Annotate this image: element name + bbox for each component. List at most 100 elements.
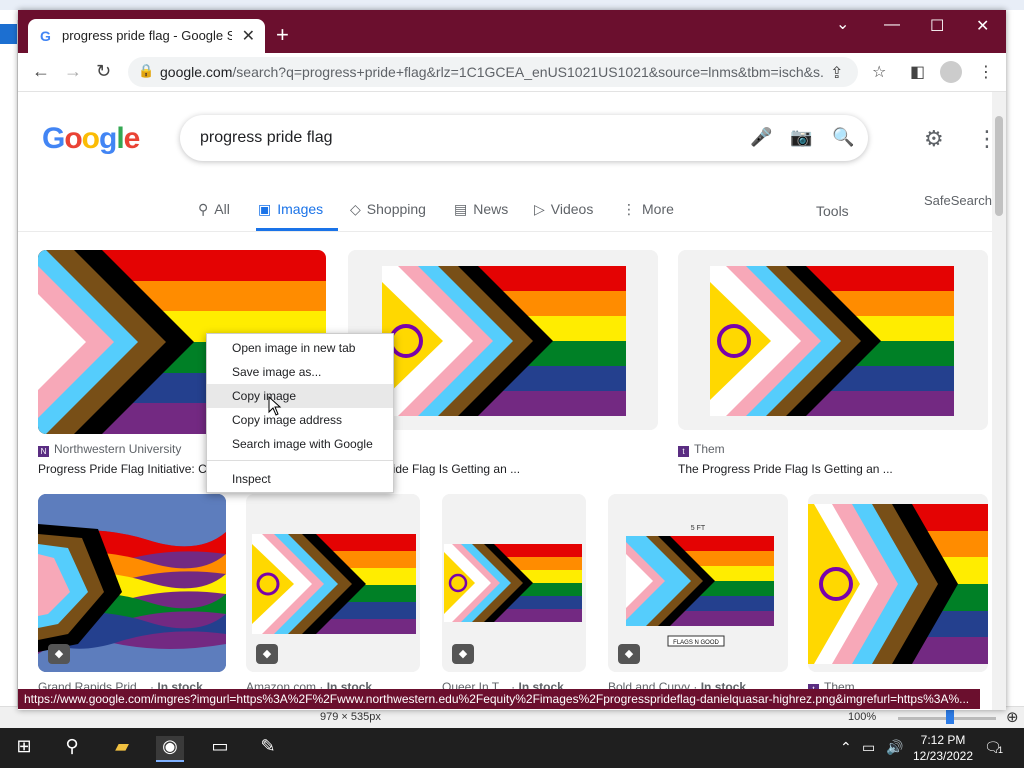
system-clock[interactable]: 7:12 PM 12/23/2022 xyxy=(912,732,974,764)
network-icon[interactable]: ▭ xyxy=(862,739,875,756)
tools-button[interactable]: Tools xyxy=(816,203,849,219)
product-brand-label: FLAGS N GOOD xyxy=(673,640,719,646)
source-favicon-icon: t xyxy=(678,446,689,457)
menu-search-image-with-google[interactable]: Search image with Google xyxy=(207,432,393,456)
result-thumbnail[interactable]: 5 FT FLAGS N GOOD ◆ xyxy=(608,494,788,672)
forward-icon[interactable]: → xyxy=(64,61,82,82)
address-url[interactable]: google.com/search?q=progress+pride+flag&… xyxy=(160,64,825,80)
browser-toolbar: ← → ↻ 🔒 google.com/search?q=progress+pri… xyxy=(18,53,1006,92)
profile-avatar[interactable] xyxy=(940,61,962,83)
chrome-titlebar: G progress pride flag - Google Sea ✕ + ⌄… xyxy=(18,10,1006,53)
minimize-icon[interactable]: — xyxy=(884,16,900,34)
maximize-icon[interactable]: ☐ xyxy=(930,16,944,36)
tab-more[interactable]: ⋮ More xyxy=(622,201,674,218)
share-icon[interactable]: ⇪ xyxy=(830,63,843,83)
chrome-window: G progress pride flag - Google Sea ✕ + ⌄… xyxy=(18,10,1006,710)
search-icon[interactable]: ⚲ xyxy=(58,736,86,760)
search-input[interactable] xyxy=(198,126,722,150)
paint-titlebar xyxy=(0,0,1024,10)
menu-divider xyxy=(207,460,393,461)
menu-open-image-new-tab[interactable]: Open image in new tab xyxy=(207,336,393,360)
menu-copy-image-address[interactable]: Copy image address xyxy=(207,408,393,432)
google-results-page: Google 🎤 📷 🔍 ⚙ ⋮⋮ ⚲All ▣Images ◇Shopping… xyxy=(18,92,992,692)
kebab-icon: ⋮ xyxy=(622,201,636,217)
tab-news[interactable]: ▤ News xyxy=(454,201,508,218)
search-icon[interactable]: 🔍 xyxy=(832,127,854,148)
file-explorer-icon[interactable]: ▰ xyxy=(108,736,136,760)
tab-shopping[interactable]: ◇ Shopping xyxy=(350,201,426,218)
menu-kebab-icon[interactable]: ⋮ xyxy=(978,62,994,82)
tab-search-chevron-icon[interactable]: ⌄ xyxy=(836,14,849,34)
zoom-in-icon[interactable]: ⊕ xyxy=(1006,708,1019,726)
result-thumbnail[interactable]: ◆ xyxy=(38,494,226,672)
menu-save-image-as[interactable]: Save image as... xyxy=(207,360,393,384)
paint-selection-strip xyxy=(0,24,17,44)
terminal-icon[interactable]: ▭ xyxy=(206,736,234,760)
close-tab-icon[interactable]: ✕ xyxy=(242,26,255,46)
close-window-icon[interactable]: ✕ xyxy=(976,16,989,36)
volume-icon[interactable]: 🔊 xyxy=(886,739,903,756)
clock-date: 12/23/2022 xyxy=(912,749,974,763)
link-status-url: https://www.google.com/imgres?imgurl=htt… xyxy=(18,689,980,709)
shopping-tag-icon: ◆ xyxy=(256,644,278,664)
menu-copy-image[interactable]: Copy image xyxy=(207,384,393,408)
paint-dimensions: 979 × 535px xyxy=(320,711,381,723)
tab-all[interactable]: ⚲ All xyxy=(198,201,230,218)
notification-count: 1 xyxy=(998,745,1004,755)
address-bar[interactable]: 🔒 google.com/search?q=progress+pride+fla… xyxy=(128,57,858,87)
reload-icon[interactable]: ↻ xyxy=(96,61,111,82)
product-size-label: 5 FT xyxy=(691,525,706,532)
menu-inspect[interactable]: Inspect xyxy=(207,467,393,491)
result-source[interactable]: N Northwestern University xyxy=(38,442,181,457)
side-panel-icon[interactable]: ◧ xyxy=(910,62,925,82)
active-tab-underline xyxy=(256,228,338,231)
google-favicon-icon: G xyxy=(40,28,51,44)
microphone-icon[interactable]: 🎤 xyxy=(750,127,772,148)
tab-videos[interactable]: ▷ Videos xyxy=(534,201,593,218)
result-caption[interactable]: The Progress Pride Flag Is Getting an ..… xyxy=(678,462,978,476)
result-thumbnail[interactable]: ◆ xyxy=(246,494,420,672)
search-icon: ⚲ xyxy=(198,201,209,217)
back-icon[interactable]: ← xyxy=(32,61,50,82)
shopping-tag-icon: ◆ xyxy=(452,644,474,664)
paint-icon[interactable]: ✎ xyxy=(254,736,282,760)
settings-gear-icon[interactable]: ⚙ xyxy=(924,126,944,152)
play-icon: ▷ xyxy=(534,201,545,217)
search-tabs: ⚲ All ▣ Images ◇ Shopping ▤ News ▷ Videos ⋮ Mo… xyxy=(18,187,992,232)
bookmark-star-icon[interactable]: ☆ xyxy=(872,62,886,82)
tab-images[interactable]: ▣ Images xyxy=(258,201,323,218)
lock-icon[interactable]: 🔒 xyxy=(138,63,154,79)
result-thumbnail[interactable] xyxy=(348,250,658,430)
context-menu: Open image in new tab Save image as... C… xyxy=(206,333,394,493)
paint-zoom-level: 100% xyxy=(848,711,877,723)
result-thumbnail[interactable]: ◆ xyxy=(442,494,586,672)
scrollbar-thumb[interactable] xyxy=(995,116,1003,216)
safesearch-button[interactable]: SafeSearch xyxy=(924,193,992,208)
result-thumbnail[interactable] xyxy=(808,494,988,672)
shopping-tag-icon: ◆ xyxy=(618,644,640,664)
apps-grid-icon[interactable]: ⋮⋮ xyxy=(976,126,992,152)
tray-chevron-up-icon[interactable]: ⌃ xyxy=(840,739,852,756)
windows-taskbar: ⊞ ⚲ ▰ ◉ ▭ ✎ ⌃ ▭ 🔊 7:12 PM 12/23/2022 🗨 1 xyxy=(0,728,1024,768)
source-favicon-icon: N xyxy=(38,446,49,457)
shopping-tag-icon: ◆ xyxy=(48,644,70,664)
new-tab-icon[interactable]: + xyxy=(276,22,289,48)
search-box: 🎤 📷 🔍 xyxy=(180,115,868,161)
google-logo[interactable]: Google xyxy=(42,122,140,156)
image-icon: ▣ xyxy=(258,201,272,217)
chrome-icon[interactable]: ◉ xyxy=(156,736,184,762)
vertical-scrollbar[interactable] xyxy=(992,92,1006,710)
news-icon: ▤ xyxy=(454,201,468,217)
tag-icon: ◇ xyxy=(350,201,361,217)
result-caption[interactable]: Progress Pride Flag Initiative: C xyxy=(38,462,208,476)
start-windows-icon[interactable]: ⊞ xyxy=(10,736,38,760)
tab-title: progress pride flag - Google Sea xyxy=(62,28,232,43)
camera-lens-icon[interactable]: 📷 xyxy=(790,127,812,148)
zoom-slider-handle[interactable] xyxy=(946,710,954,724)
mouse-cursor-icon xyxy=(268,396,282,416)
clock-time: 7:12 PM xyxy=(920,733,966,747)
result-thumbnail[interactable] xyxy=(678,250,988,430)
result-source[interactable]: tThem xyxy=(678,442,725,457)
browser-tab[interactable]: G progress pride flag - Google Sea ✕ xyxy=(28,19,265,53)
paint-sidebar xyxy=(0,20,18,720)
